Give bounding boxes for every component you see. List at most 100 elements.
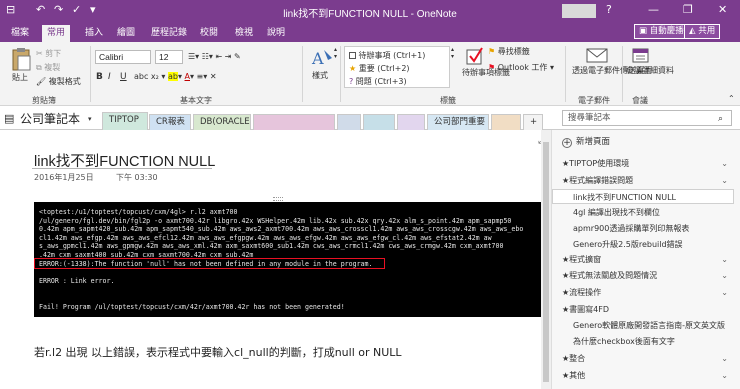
italic-button[interactable]: I [108,72,111,82]
section-tab-3[interactable] [363,114,395,130]
underline-button[interactable]: U [120,72,127,82]
styles-icon[interactable]: A [310,46,334,70]
section-tab-cr[interactable]: CR報表 [149,114,191,130]
page-item-label: ★書圖寫4FD [562,305,610,314]
search-input[interactable]: 搜尋筆記本 [562,110,732,126]
section-tab-1[interactable] [253,114,335,130]
container-grip[interactable] [273,197,283,201]
styles-more-icon[interactable]: ▴ ▾ [334,46,337,60]
page-item[interactable]: 4gl 編譯出現找不到欄位 [552,205,734,220]
page-item[interactable]: apmr900透過採購單列印無報表 [552,221,734,236]
page-item[interactable]: ★其他 ⌄ [552,368,734,383]
tab-file[interactable]: 檔案 [6,25,34,42]
find-tags-label: 尋找標籤 [497,47,530,56]
section-tab-company-dept[interactable]: 公司部門重要 [427,114,489,130]
page-item[interactable]: ★程式無法關啟及問題情況 ⌄ [552,268,734,283]
search-icon[interactable]: ⌕ [718,114,723,124]
account-avatar[interactable] [562,4,596,18]
close-button[interactable]: ✕ [718,3,727,16]
plus-icon: + [562,138,572,148]
todo-tag-icon[interactable] [466,46,484,66]
section-tab-tiptop[interactable]: TIPTOP [102,112,148,130]
meeting-details-icon[interactable] [632,46,650,64]
chevron-down-icon[interactable]: ▾ [88,115,92,123]
tags-scroll-icon[interactable]: ▴ ▾ [451,46,454,60]
tab-view[interactable]: 檢視 [230,25,258,42]
page-note[interactable]: 若r.l2 出現 以上錯誤，表示程式中要輸入cl_null的判斷，打成null … [34,344,402,360]
tab-history[interactable]: 歷程記錄 [146,25,192,42]
terminal-line: ERROR : Link error. [39,276,115,285]
tab-review[interactable]: 校閱 [195,25,223,42]
page-item[interactable]: ★程式擴窗 ⌄ [552,252,734,267]
copy-button[interactable]: ⧉ 複製 [36,62,60,73]
page-time: 下午 03:30 [116,173,158,182]
tab-home[interactable]: 常用 [42,25,71,42]
notebook-list-icon[interactable]: ▤ [4,112,14,125]
terminal-line: Fail! Program /ul/toptest/topcust/cxm/42… [39,302,345,311]
page-item-label: apmr900透過採購單列印無報表 [573,224,690,233]
page-item-label: ★程式無法關啟及問題情況 [562,271,658,280]
tab-help[interactable]: 說明 [262,25,290,42]
page-item[interactable]: ★整合 ⌄ [552,351,734,366]
flag-icon: ⚑ [488,63,496,72]
font-size-box[interactable]: 12 [155,50,183,64]
find-tags-button[interactable]: ⚑ 尋找標籤 [488,46,530,57]
styles-label[interactable]: 樣式 [312,70,328,81]
share-button[interactable]: ◭ 共用 [684,24,721,39]
section-tab-db[interactable]: DB(ORACLE [193,114,251,130]
email-group-label: 電子郵件 [578,96,610,105]
chevron-down-icon[interactable]: ⌄ [721,156,728,171]
section-tab-5[interactable] [491,114,521,130]
tag-todo[interactable]: 待辦事項 (Ctrl+1) [349,50,425,61]
tab-insert[interactable]: 插入 [80,25,108,42]
page-item[interactable]: ★流程操作 ⌄ [552,285,734,300]
add-page-button[interactable]: + 新增頁面 [562,135,610,148]
bold-button[interactable]: B [96,72,103,82]
tags-gallery[interactable]: 待辦事項 (Ctrl+1) ★ 重要 (Ctrl+2) ? 問題 (Ctrl+3… [344,46,450,88]
meeting-details-label[interactable]: 會議詳細資料 [626,66,674,76]
page-item[interactable]: 為什麼checkbox後面有文字 [552,334,734,349]
format-painter-button[interactable]: 🖌 複製格式 [36,76,81,87]
chevron-down-icon[interactable]: ⌄ [721,351,728,366]
terminal-line: s_aws_gpmcl1.42m aws_gpmgw.42m aws_aws_x… [39,242,504,251]
page-item[interactable]: ★程式編譯錯誤問題 ⌄ [552,173,734,188]
chevron-down-icon[interactable]: ⌄ [721,285,728,300]
page-item[interactable]: ★TIPTOP使用環境 ⌄ [552,156,734,171]
tag-question[interactable]: ? 問題 (Ctrl+3) [349,76,407,87]
page-item[interactable]: Genero升級2.5版rebuild錯誤 [552,237,734,252]
chevron-down-icon[interactable]: ⌄ [721,268,728,283]
section-tab-2[interactable] [337,114,361,130]
list-buttons[interactable]: ☰▾ ☷▾ ⇤ ⇥ ✎ [188,52,241,61]
minimize-button[interactable]: — [648,3,659,16]
section-tab-4[interactable] [397,114,425,130]
page-scrollbar[interactable] [541,130,551,389]
page-item-label: ★整合 [562,354,586,363]
page-canvas[interactable]: ⤢ link找不到FUNCTION NULL 2016年1月25日 下午 03:… [0,130,551,389]
email-page-icon[interactable] [586,46,608,64]
collapse-ribbon-icon[interactable]: ⌃ [728,94,735,103]
chevron-down-icon[interactable]: ⌄ [721,368,728,383]
help-button[interactable]: ? [606,3,612,16]
outlook-tasks-button[interactable]: ⚑ Outlook 工作 ▾ [488,62,554,73]
tag-important[interactable]: ★ 重要 (Ctrl+2) [349,63,410,74]
page-item-selected[interactable]: link找不到FUNCTION NULL [552,189,734,204]
chevron-down-icon[interactable]: ⌄ [721,173,728,188]
cut-button[interactable]: ✂ 剪下 [36,48,61,59]
ribbon-divider [340,46,341,102]
restore-button[interactable]: ❐ [683,3,693,16]
page-item[interactable]: ★書圖寫4FD [552,302,734,317]
text-format-buttons[interactable]: abc x₂ ▾ ab▾ A▾ ≡▾ ✕ [134,72,217,81]
chevron-down-icon[interactable]: ⌄ [721,252,728,267]
notebook-name[interactable]: 公司筆記本 [20,110,80,127]
font-name-box[interactable]: Calibri [95,50,151,64]
paste-label[interactable]: 貼上 [12,72,28,83]
add-section-button[interactable]: + [523,114,543,130]
page-item[interactable]: Genero軟體原廠開發語言指南-原文英文版 [552,318,734,333]
auto-sync-button[interactable]: ▣ 自動慶播 [634,24,689,39]
page-item-label: link找不到FUNCTION NULL [573,193,676,202]
scrollbar-thumb[interactable] [543,142,549,382]
terminal-line: 0.42m apm_sapmt420_sub.42m apm_sapmt540_… [39,225,524,234]
paste-icon[interactable] [10,48,32,72]
tab-draw[interactable]: 繪圖 [112,25,140,42]
